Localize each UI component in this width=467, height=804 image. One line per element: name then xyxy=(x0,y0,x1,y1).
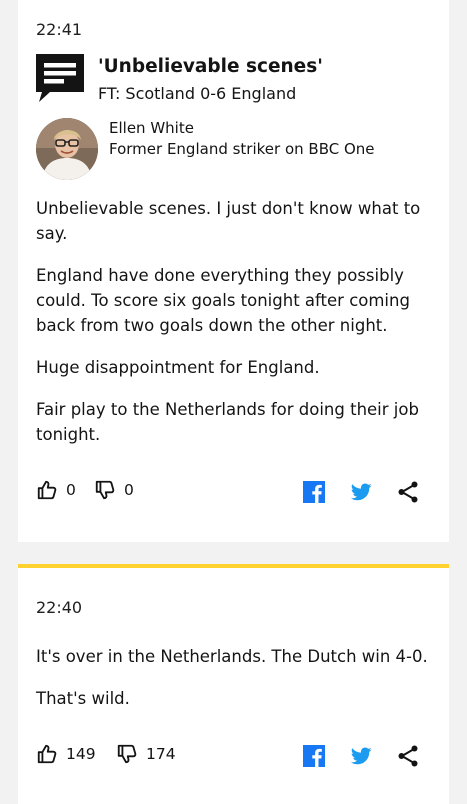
facebook-icon[interactable] xyxy=(302,744,326,768)
post-subheadline: FT: Scotland 0-6 England xyxy=(98,84,297,103)
thumbs-down-icon xyxy=(95,480,115,500)
thumbs-down-icon xyxy=(117,744,137,764)
share-icon[interactable] xyxy=(396,480,420,504)
facebook-icon[interactable] xyxy=(302,480,326,504)
post-time: 22:41 xyxy=(36,20,83,39)
post-paragraph: England have done everything they possib… xyxy=(36,266,410,335)
twitter-icon[interactable] xyxy=(349,480,373,504)
like-button[interactable]: 0 xyxy=(36,479,76,501)
author-avatar xyxy=(36,118,98,180)
author-role: Former England striker on BBC One xyxy=(109,140,375,158)
thumbs-up-icon xyxy=(37,744,57,764)
live-post-card: 22:40 It's over in the Netherlands. The … xyxy=(18,564,449,804)
dislike-count: 0 xyxy=(124,481,134,499)
post-time: 22:40 xyxy=(36,598,83,617)
dislike-count: 174 xyxy=(146,745,176,763)
thumbs-up-icon xyxy=(37,480,57,500)
author-name: Ellen White xyxy=(109,119,194,137)
post-paragraph: It's over in the Netherlands. The Dutch … xyxy=(36,647,428,666)
post-headline: 'Unbelievable scenes' xyxy=(98,56,323,77)
twitter-icon[interactable] xyxy=(349,744,373,768)
like-button[interactable]: 149 xyxy=(36,743,96,765)
post-paragraph: Unbelievable scenes. I just don't know w… xyxy=(36,199,421,243)
post-paragraph: Fair play to the Netherlands for doing t… xyxy=(36,400,419,444)
quote-speech-icon xyxy=(36,54,84,102)
post-paragraph: Huge disappointment for England. xyxy=(36,358,320,377)
dislike-button[interactable]: 174 xyxy=(116,743,176,765)
share-icon[interactable] xyxy=(396,744,420,768)
like-count: 149 xyxy=(66,745,96,763)
like-count: 0 xyxy=(66,481,76,499)
live-post-card: 22:41 'Unbelievable scenes' FT: Scotland… xyxy=(18,0,449,542)
post-paragraph: That's wild. xyxy=(36,689,130,708)
dislike-button[interactable]: 0 xyxy=(94,479,134,501)
post-actions: 0 0 xyxy=(36,479,436,507)
post-actions: 149 174 xyxy=(36,743,436,771)
